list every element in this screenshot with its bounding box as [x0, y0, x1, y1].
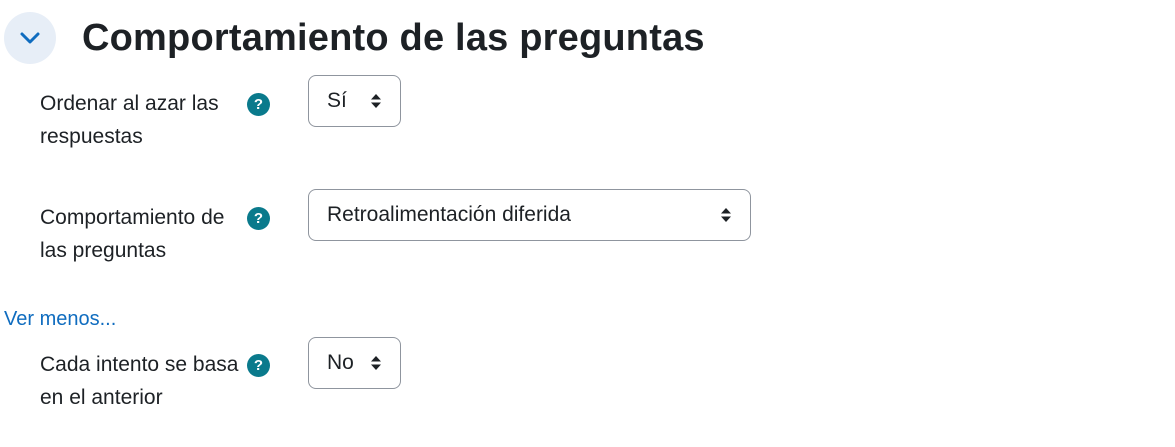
help-icon[interactable]: ? — [247, 207, 270, 230]
field-label: Comportamiento de las preguntas — [40, 206, 225, 262]
sort-caret-icon — [371, 356, 381, 370]
field-label: Ordenar al azar las respuestas — [40, 92, 219, 148]
select-value: Sí — [327, 89, 347, 112]
help-icon[interactable]: ? — [247, 93, 270, 116]
show-less-link[interactable]: Ver menos... — [4, 308, 116, 331]
chevron-down-icon — [20, 32, 40, 44]
question-behaviour-select[interactable]: Retroalimentación diferida — [308, 189, 751, 241]
each-attempt-builds-select[interactable]: No — [308, 337, 401, 389]
select-value: Retroalimentación diferida — [327, 203, 571, 226]
collapse-section-button[interactable] — [4, 12, 56, 64]
sort-caret-icon — [371, 94, 381, 108]
section-title: Comportamiento de las preguntas — [82, 16, 705, 59]
field-label: Cada intento se basa en el anterior — [40, 353, 239, 409]
shuffle-answers-select[interactable]: Sí — [308, 75, 401, 127]
help-icon[interactable]: ? — [247, 354, 270, 377]
sort-caret-icon — [721, 208, 731, 222]
select-value: No — [327, 351, 354, 374]
section-header: Comportamiento de las preguntas — [4, 12, 705, 64]
